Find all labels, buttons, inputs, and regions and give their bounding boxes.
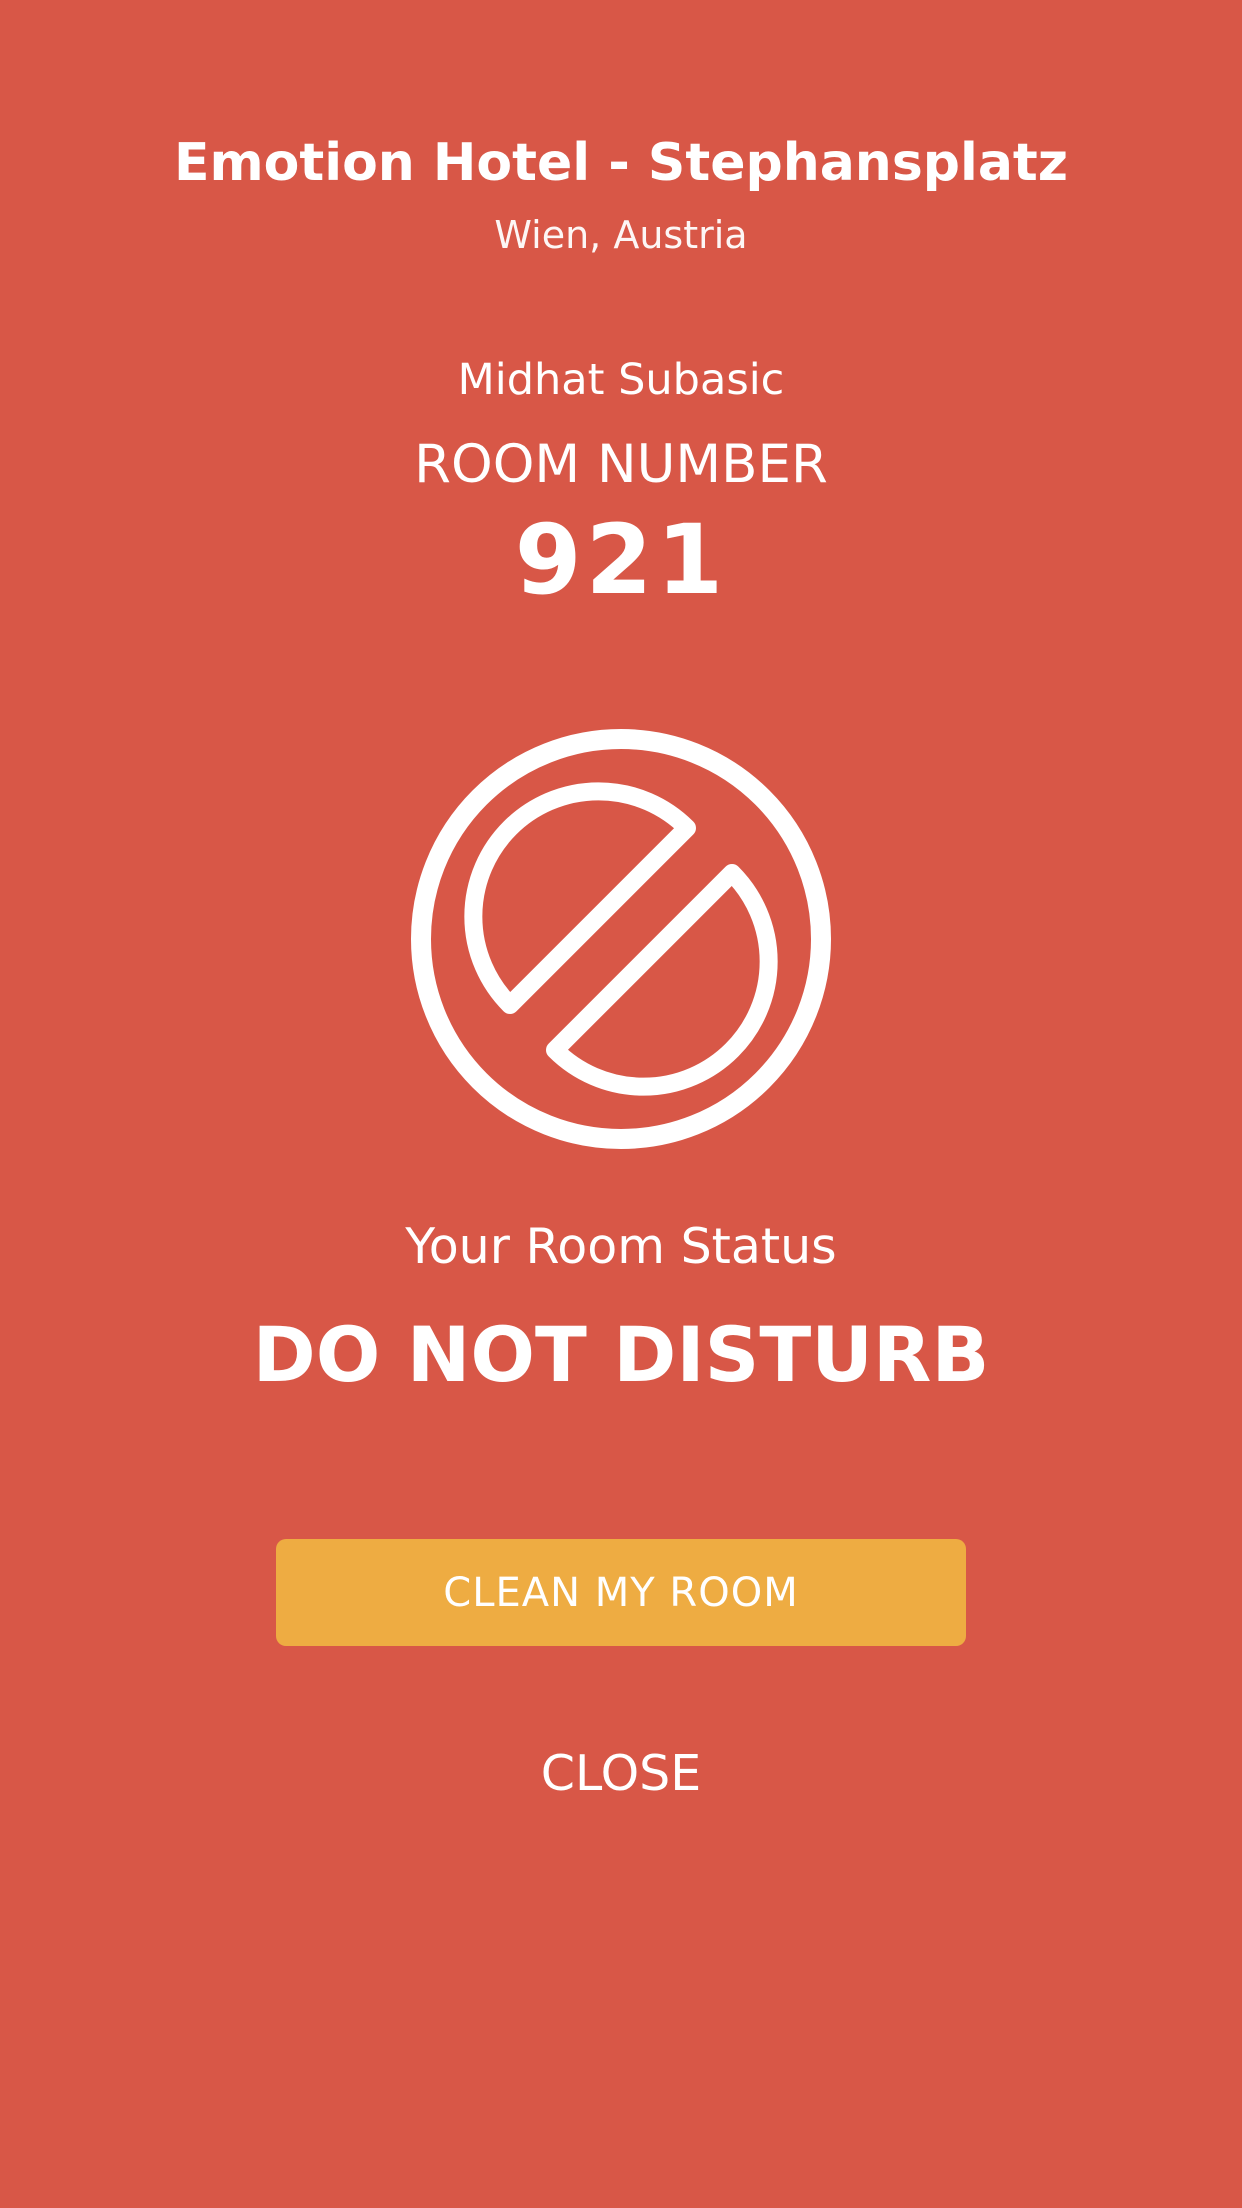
room-number: 921: [514, 504, 728, 616]
guest-name: Midhat Subasic: [457, 355, 785, 405]
clean-my-room-button[interactable]: CLEAN MY ROOM: [276, 1539, 966, 1646]
hotel-location: Wien, Austria: [494, 213, 748, 257]
do-not-disturb-icon: [411, 729, 831, 1149]
room-status-value: DO NOT DISTURB: [252, 1310, 990, 1399]
close-button[interactable]: CLOSE: [471, 1733, 771, 1813]
room-number-label: ROOM NUMBER: [414, 434, 828, 495]
hotel-name: Emotion Hotel - Stephansplatz: [173, 133, 1069, 193]
room-status-screen: Emotion Hotel - Stephansplatz Wien, Aust…: [0, 0, 1242, 2208]
room-status-label: Your Room Status: [405, 1218, 837, 1275]
